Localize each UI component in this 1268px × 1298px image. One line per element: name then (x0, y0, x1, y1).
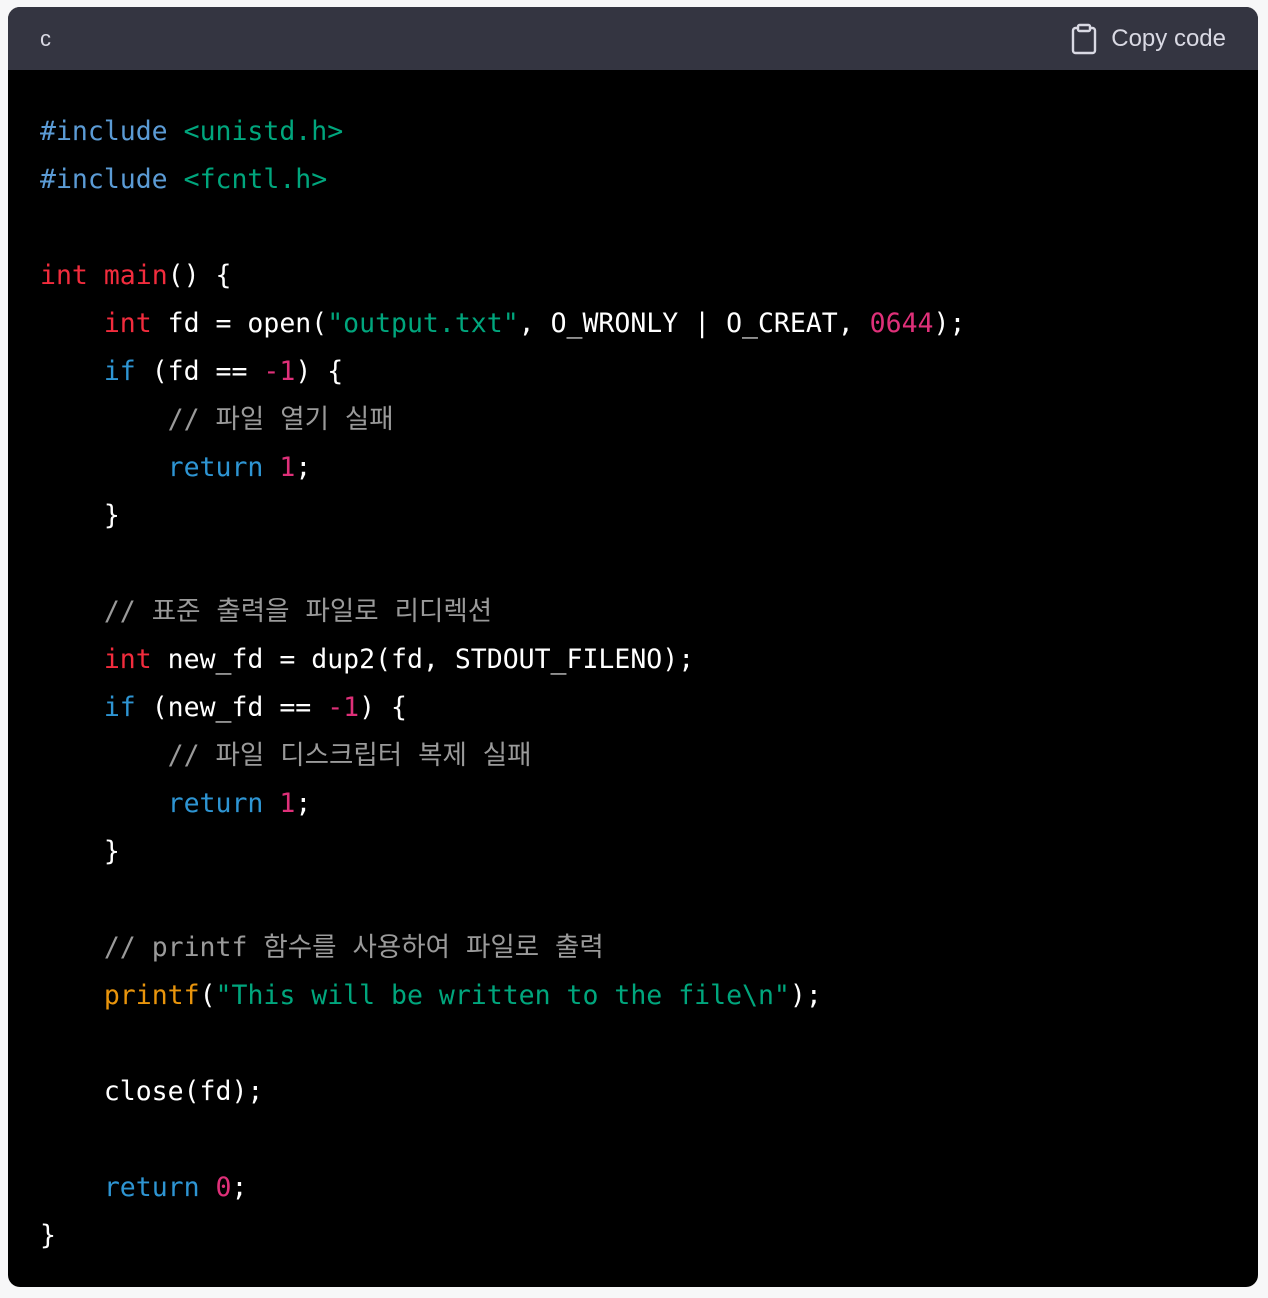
code-token-type: int (103, 308, 152, 339)
code-token-number: -1 (327, 692, 360, 723)
code-token-plain: } (40, 836, 120, 867)
code-token-keyword: if (103, 356, 136, 387)
code-token-number: 0644 (869, 308, 934, 339)
copy-code-label: Copy code (1111, 24, 1226, 52)
code-token-plain: (fd == (135, 356, 264, 387)
code-token-plain: ); (933, 308, 966, 339)
code-token-plain: } (40, 1220, 56, 1251)
code-line: int fd = open("output.txt", O_WRONLY | O… (40, 300, 1226, 348)
code-token-plain: ( (199, 980, 216, 1011)
code-token-number: 1 (279, 788, 296, 819)
code-body[interactable]: #include <unistd.h> #include <fcntl.h> int… (8, 70, 1258, 1260)
code-token-plain: (new_fd == (135, 692, 328, 723)
code-token-plain: ; (295, 452, 312, 483)
code-token-plain: ) { (359, 692, 407, 723)
language-label: c (40, 25, 51, 51)
code-token-header: <unistd.h> (183, 116, 344, 147)
code-line: // printf 함수를 사용하여 파일로 출력 (40, 924, 1226, 972)
code-line: // 파일 디스크립터 복제 실패 (40, 732, 1226, 780)
code-line: // 표준 출력을 파일로 리디렉션 (40, 588, 1226, 636)
code-block-header: c Copy code (8, 7, 1258, 70)
clipboard-icon (1071, 23, 1097, 55)
code-token-comment: // 표준 출력을 파일로 리디렉션 (103, 596, 493, 627)
code-token-header: <fcntl.h> (183, 164, 328, 195)
code-line: #include <fcntl.h> (40, 156, 1226, 204)
code-token-type: int (40, 260, 88, 291)
code-line: #include <unistd.h> (40, 108, 1226, 156)
code-token-comment: // printf 함수를 사용하여 파일로 출력 (103, 932, 604, 963)
code-line: } (40, 492, 1226, 540)
code-token-plain: fd = open( (151, 308, 328, 339)
code-token-comment: // 파일 열기 실패 (167, 404, 394, 435)
code-line: } (40, 1212, 1226, 1260)
code-token-plain: , O_WRONLY | O_CREAT, (518, 308, 870, 339)
code-line: if (new_fd == -1) { (40, 684, 1226, 732)
code-token-keyword: return (103, 1172, 200, 1203)
code-token-comment: // 파일 디스크립터 복제 실패 (167, 740, 532, 771)
code-token-number: 1 (279, 452, 296, 483)
code-line: close(fd); (40, 1068, 1226, 1116)
code-token-plain: () { (167, 260, 232, 291)
code-line: // 파일 열기 실패 (40, 396, 1226, 444)
code-line: int new_fd = dup2(fd, STDOUT_FILENO); (40, 636, 1226, 684)
code-token-plain: ) { (295, 356, 344, 387)
code-line: } (40, 828, 1226, 876)
code-token-string: "output.txt" (327, 308, 519, 339)
code-token-keyword: return (167, 452, 264, 483)
code-block: c Copy code #include <unistd.h> #include … (8, 7, 1258, 1287)
code-token-plain: ; (295, 788, 312, 819)
code-line: if (fd == -1) { (40, 348, 1226, 396)
code-token-type: int (103, 644, 152, 675)
code-token-keyword: if (103, 692, 136, 723)
code-token-plain: new_fd = dup2(fd, STDOUT_FILENO); (151, 644, 695, 675)
code-token-plain: ); (789, 980, 822, 1011)
code-token-plain: close(fd); (40, 1076, 264, 1107)
copy-code-button[interactable]: Copy code (1071, 23, 1226, 55)
code-token-string: "This will be written to the file\n" (215, 980, 790, 1011)
code-token-builtin: printf (103, 980, 200, 1011)
code-line: printf("This will be written to the file… (40, 972, 1226, 1020)
code-line: return 0; (40, 1164, 1226, 1212)
code-token-number: -1 (263, 356, 296, 387)
code-token-preproc: #include (40, 116, 168, 147)
code-line: return 1; (40, 780, 1226, 828)
code-token-func: main (103, 260, 168, 291)
code-line: int main() { (40, 252, 1226, 300)
code-line: return 1; (40, 444, 1226, 492)
code-token-keyword: return (167, 788, 264, 819)
code-token-preproc: #include (40, 164, 168, 195)
code-token-plain: } (40, 500, 120, 531)
code-token-number: 0 (215, 1172, 232, 1203)
code-token-plain: ; (231, 1172, 248, 1203)
